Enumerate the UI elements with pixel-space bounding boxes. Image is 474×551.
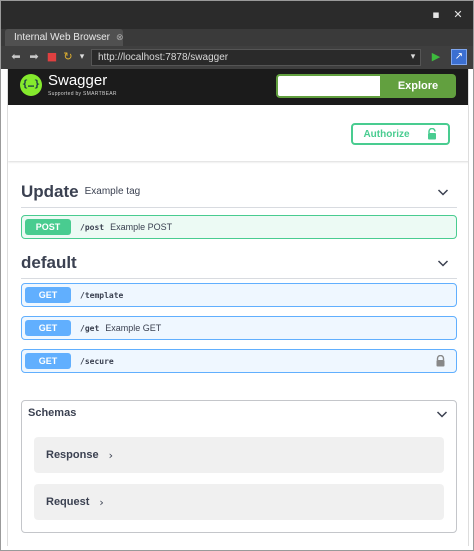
schemas-section: Schemas Response › Request › (21, 400, 457, 533)
swagger-topbar: {…} Swagger Supported by SMARTBEAR Explo… (8, 69, 468, 105)
close-window-icon[interactable]: ✕ (451, 8, 465, 22)
operation-post-post[interactable]: POST /post Example POST (21, 215, 457, 239)
method-badge: GET (25, 287, 71, 303)
operation-path: /get (80, 323, 100, 333)
explore-url-input[interactable] (276, 74, 380, 98)
swagger-name: Swagger (48, 72, 108, 89)
go-icon[interactable]: ▶ (429, 50, 443, 64)
tag-header-default[interactable]: default (21, 247, 457, 279)
schema-item-response[interactable]: Response › (34, 437, 444, 473)
title-bar: ▪ ✕ (1, 1, 473, 29)
chevron-right-icon: › (99, 495, 104, 509)
schema-name: Request (46, 496, 90, 508)
swagger-subtitle: Supported by SMARTBEAR (48, 91, 117, 97)
operation-get-secure[interactable]: GET /secure (21, 349, 457, 373)
address-bar[interactable]: http://localhost:7878/swagger (91, 49, 421, 66)
chevron-right-icon: › (108, 448, 113, 462)
chevron-down-icon[interactable] (437, 186, 449, 198)
page-content: {…} Swagger Supported by SMARTBEAR Explo… (7, 69, 469, 546)
back-icon[interactable]: ⬅ (9, 50, 23, 64)
method-badge: GET (25, 320, 71, 336)
browser-tab[interactable]: Internal Web Browser ⊗ (5, 29, 124, 46)
operation-path: /post (80, 222, 105, 232)
scheme-container: Authorize (8, 105, 468, 161)
tag-description: Example tag (84, 186, 141, 197)
address-dropdown-icon[interactable]: ▾ (406, 50, 420, 64)
schema-name: Response (46, 449, 99, 461)
refresh-icon[interactable]: ↻ (61, 50, 75, 64)
tag-name: default (21, 252, 77, 272)
tag-header-update[interactable]: Update Example tag (21, 176, 457, 208)
maximize-icon[interactable]: ▪ (429, 8, 443, 22)
method-badge: POST (25, 219, 71, 235)
unlock-icon (427, 128, 436, 140)
history-dropdown-icon[interactable]: ▾ (75, 50, 89, 64)
authorize-button[interactable]: Authorize (351, 123, 450, 145)
chevron-down-icon[interactable] (436, 408, 448, 420)
operation-get-get[interactable]: GET /get Example GET (21, 316, 457, 340)
lock-icon[interactable] (435, 355, 446, 367)
browser-window: ▪ ✕ Internal Web Browser ⊗ ⬅ ➡ ■ ↻ ▾ htt… (0, 0, 474, 551)
stop-icon[interactable]: ■ (45, 50, 59, 64)
schemas-title[interactable]: Schemas (28, 407, 76, 419)
operation-path: /template (80, 290, 124, 300)
swagger-logo-icon[interactable]: {…} (20, 74, 42, 96)
forward-icon[interactable]: ➡ (27, 50, 41, 64)
browser-toolbar: ⬅ ➡ ■ ↻ ▾ http://localhost:7878/swagger … (1, 46, 473, 69)
operation-summary: Example POST (110, 222, 173, 232)
operation-summary: Example GET (105, 323, 162, 333)
tab-bar: Internal Web Browser ⊗ (1, 29, 473, 46)
open-external-icon[interactable]: ↗ (451, 49, 467, 65)
tab-title: Internal Web Browser (14, 32, 110, 43)
operation-path: /secure (80, 356, 114, 366)
tag-name: Update (21, 181, 79, 201)
chevron-down-icon[interactable] (437, 257, 449, 269)
operation-get-template[interactable]: GET /template (21, 283, 457, 307)
authorize-label: Authorize (363, 128, 410, 140)
explore-button[interactable]: Explore (380, 74, 456, 98)
tab-close-icon[interactable]: ⊗ (116, 33, 124, 43)
method-badge: GET (25, 353, 71, 369)
schema-item-request[interactable]: Request › (34, 484, 444, 520)
